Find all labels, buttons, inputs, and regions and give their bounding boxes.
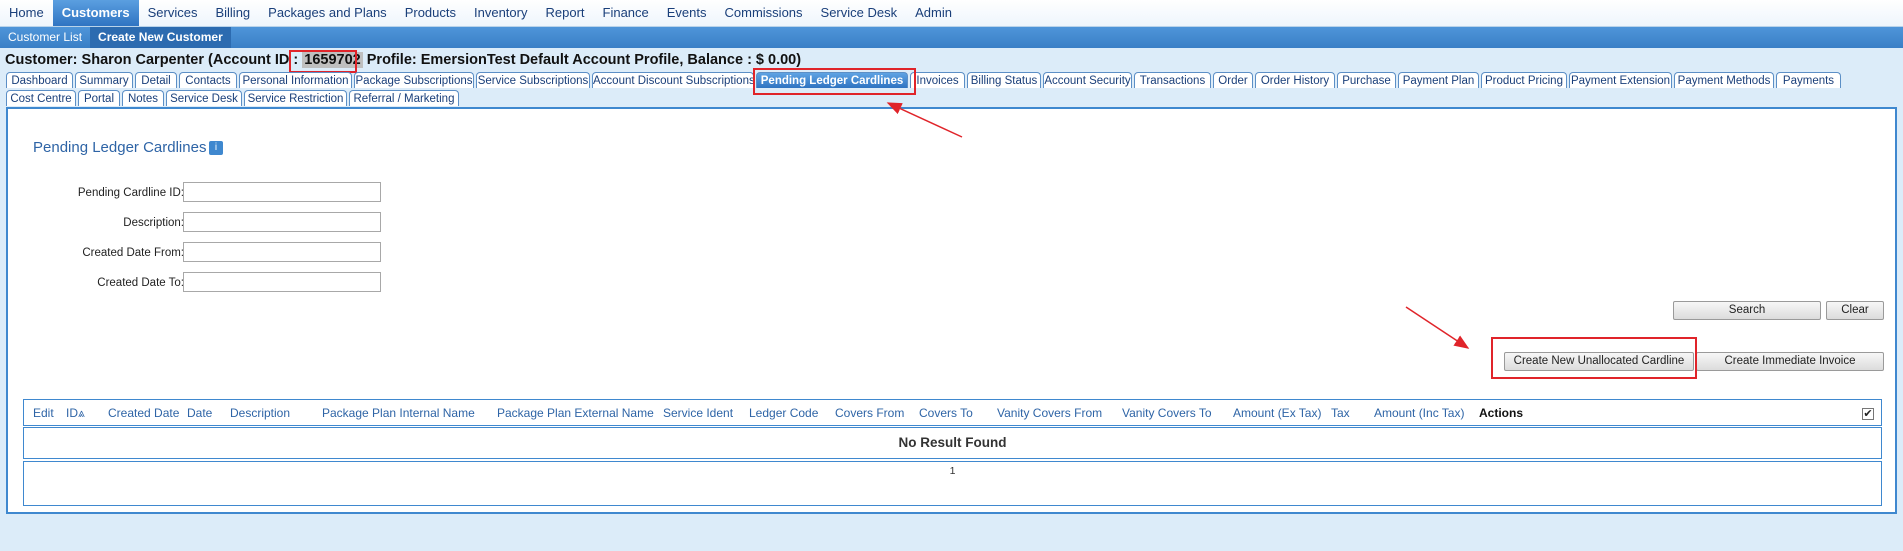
- tab-contacts[interactable]: Contacts: [179, 72, 237, 88]
- sort-ascending-icon[interactable]: ⩓: [78, 406, 85, 421]
- account-id-highlight: [289, 50, 357, 73]
- description-input[interactable]: [183, 212, 381, 232]
- nav-home[interactable]: Home: [0, 0, 53, 26]
- subnav-create-new-customer[interactable]: Create New Customer: [90, 27, 231, 48]
- nav-service-desk[interactable]: Service Desk: [812, 0, 907, 26]
- created-date-to-input[interactable]: [183, 272, 381, 292]
- tab-account-discount-subscriptions[interactable]: Account Discount Subscriptions: [592, 72, 755, 88]
- col-edit[interactable]: Edit: [33, 406, 54, 420]
- customer-header: Customer: Sharon Carpenter (Account ID :…: [5, 52, 801, 68]
- nav-packages-and-plans[interactable]: Packages and Plans: [259, 0, 396, 26]
- tab-billing-status[interactable]: Billing Status: [967, 72, 1041, 88]
- pager-page-number[interactable]: 1: [950, 465, 956, 477]
- tab-payment-extension[interactable]: Payment Extension: [1569, 72, 1672, 88]
- create-immediate-invoice-button[interactable]: Create Immediate Invoice: [1696, 352, 1884, 371]
- search-button[interactable]: Search: [1673, 301, 1821, 320]
- tab-order[interactable]: Order: [1213, 72, 1253, 88]
- tab-payment-methods[interactable]: Payment Methods: [1674, 72, 1774, 88]
- col-vanity-covers-from[interactable]: Vanity Covers From: [997, 406, 1102, 420]
- nav-events[interactable]: Events: [658, 0, 716, 26]
- tab-package-subscriptions[interactable]: Package Subscriptions: [354, 72, 474, 88]
- nav-admin[interactable]: Admin: [906, 0, 961, 26]
- col-covers-from[interactable]: Covers From: [835, 406, 904, 420]
- customer-header-suffix: Profile: EmersionTest Default Account Pr…: [362, 52, 802, 68]
- tab-purchase[interactable]: Purchase: [1337, 72, 1396, 88]
- col-tax[interactable]: Tax: [1331, 406, 1350, 420]
- pager: 1: [23, 461, 1882, 506]
- active-tab-highlight: [753, 68, 916, 95]
- tab-order-history[interactable]: Order History: [1255, 72, 1335, 88]
- page-title: Pending Ledger Cardlines: [33, 139, 207, 156]
- nav-finance[interactable]: Finance: [594, 0, 658, 26]
- info-icon[interactable]: i: [209, 141, 223, 155]
- nav-customers[interactable]: Customers: [52, 0, 139, 26]
- col-id[interactable]: ID: [66, 406, 78, 420]
- clear-button[interactable]: Clear: [1826, 301, 1884, 320]
- tab-detail[interactable]: Detail: [135, 72, 177, 88]
- top-nav: Home Customers Services Billing Packages…: [0, 0, 1903, 27]
- created-date-from-label: Created Date From:: [82, 247, 184, 259]
- tab-payments[interactable]: Payments: [1776, 72, 1841, 88]
- nav-billing[interactable]: Billing: [206, 0, 259, 26]
- tab-service-restriction[interactable]: Service Restriction: [244, 90, 347, 106]
- col-covers-to[interactable]: Covers To: [919, 406, 973, 420]
- tab-portal[interactable]: Portal: [78, 90, 120, 106]
- pending-cardline-id-label: Pending Cardline ID:: [77, 187, 184, 199]
- create-button-highlight: [1491, 337, 1697, 379]
- tab-service-desk[interactable]: Service Desk: [166, 90, 242, 106]
- grid-header: Edit ID ⩓ Created Date Date Description …: [23, 399, 1882, 426]
- col-description[interactable]: Description: [230, 406, 290, 420]
- tab-invoices[interactable]: Invoices: [910, 72, 965, 88]
- tab-transactions[interactable]: Transactions: [1134, 72, 1211, 88]
- tab-summary[interactable]: Summary: [75, 72, 133, 88]
- no-result-row: No Result Found: [23, 427, 1882, 459]
- tab-payment-plan[interactable]: Payment Plan: [1398, 72, 1479, 88]
- tab-referral-marketing[interactable]: Referral / Marketing: [349, 90, 459, 106]
- sub-nav: Customer List Create New Customer: [0, 27, 1903, 48]
- pending-ledger-panel: Pending Ledger Cardlines i Pending Cardl…: [6, 107, 1897, 514]
- nav-services[interactable]: Services: [139, 0, 207, 26]
- tab-personal-information[interactable]: Personal Information: [239, 72, 352, 88]
- created-date-from-input[interactable]: [183, 242, 381, 262]
- tab-account-security[interactable]: Account Security: [1043, 72, 1132, 88]
- customer-header-prefix: Customer: Sharon Carpenter (Account ID :: [5, 52, 303, 68]
- nav-report[interactable]: Report: [536, 0, 593, 26]
- tab-dashboard[interactable]: Dashboard: [6, 72, 73, 88]
- tab-product-pricing[interactable]: Product Pricing: [1481, 72, 1567, 88]
- tab-service-subscriptions[interactable]: Service Subscriptions: [476, 72, 590, 88]
- col-service-ident[interactable]: Service Ident: [663, 406, 733, 420]
- tab-cost-centre[interactable]: Cost Centre: [6, 90, 76, 106]
- tab-notes[interactable]: Notes: [122, 90, 164, 106]
- subnav-customer-list[interactable]: Customer List: [0, 27, 90, 48]
- created-date-to-label: Created Date To:: [97, 277, 184, 289]
- col-ledger-code[interactable]: Ledger Code: [749, 406, 818, 420]
- pending-cardline-id-input[interactable]: [183, 182, 381, 202]
- col-actions: Actions: [1479, 406, 1524, 420]
- nav-inventory[interactable]: Inventory: [465, 0, 536, 26]
- col-amount-ex-tax[interactable]: Amount (Ex Tax): [1233, 406, 1321, 420]
- col-date[interactable]: Date: [187, 406, 212, 420]
- description-label: Description:: [123, 217, 184, 229]
- col-package-plan-external-name[interactable]: Package Plan External Name: [497, 406, 654, 420]
- select-all-checkbox[interactable]: ✔: [1862, 408, 1874, 420]
- col-created-date[interactable]: Created Date: [108, 406, 179, 420]
- col-package-plan-internal-name[interactable]: Package Plan Internal Name: [322, 406, 475, 420]
- col-vanity-covers-to[interactable]: Vanity Covers To: [1122, 406, 1212, 420]
- nav-commissions[interactable]: Commissions: [716, 0, 812, 26]
- col-amount-inc-tax[interactable]: Amount (Inc Tax): [1374, 406, 1464, 420]
- nav-products[interactable]: Products: [396, 0, 465, 26]
